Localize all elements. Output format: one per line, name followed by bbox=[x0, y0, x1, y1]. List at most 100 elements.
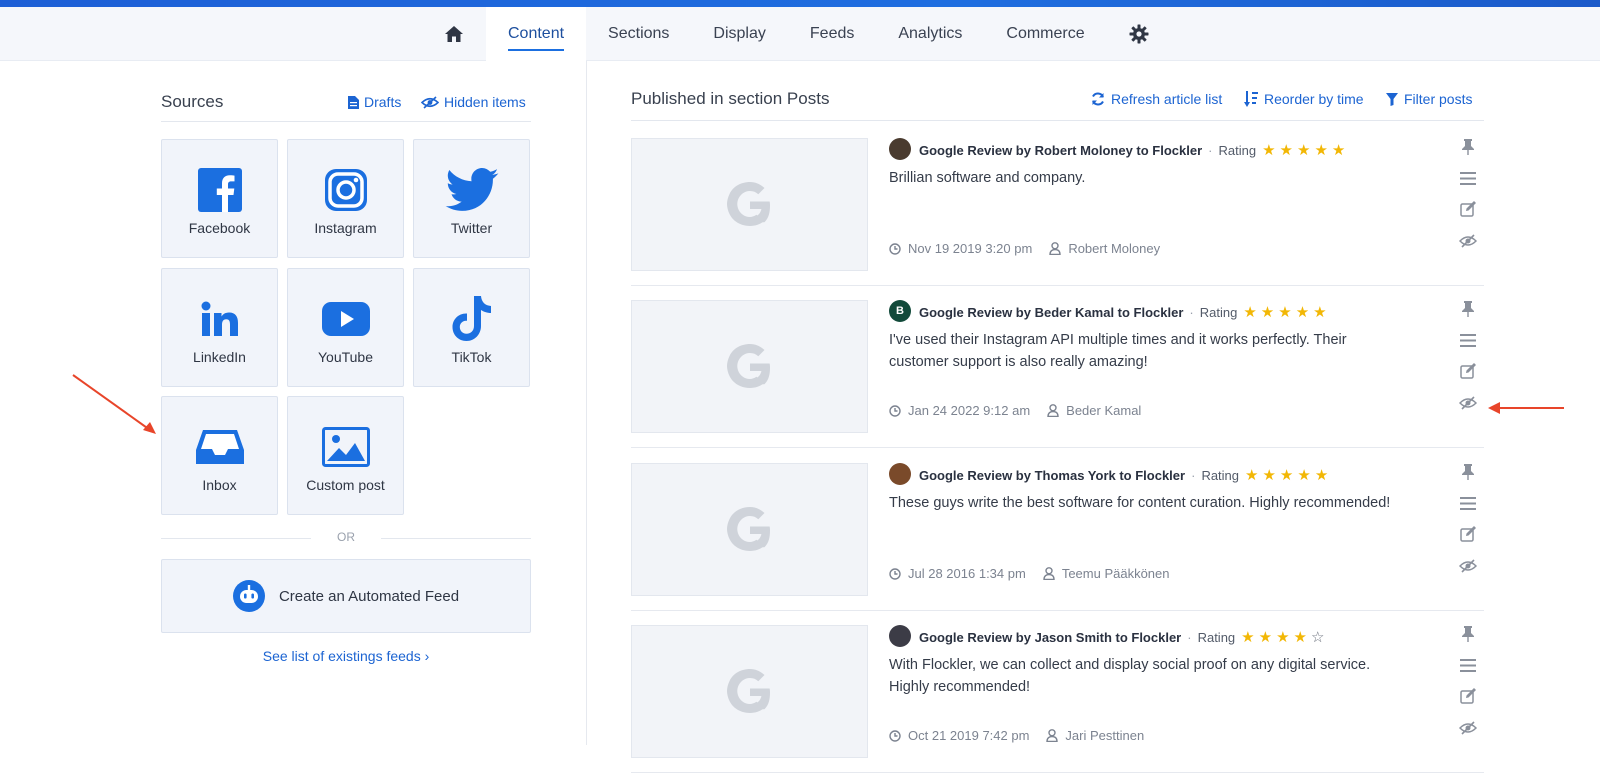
tab-analytics[interactable]: Analytics bbox=[876, 7, 984, 61]
reorder-by-time-button[interactable]: Reorder by time bbox=[1244, 91, 1364, 107]
edit-icon bbox=[1459, 201, 1476, 217]
post-date: Jul 28 2016 1:34 pm bbox=[908, 566, 1026, 581]
avatar: B bbox=[889, 300, 911, 322]
tab-display-label: Display bbox=[713, 25, 766, 42]
automated-feed-label: Create an Automated Feed bbox=[278, 587, 460, 605]
tab-sections[interactable]: Sections bbox=[586, 7, 691, 61]
menu-lines-icon bbox=[1460, 171, 1476, 185]
settings-nav-button[interactable] bbox=[1107, 7, 1171, 61]
rating-label: Rating bbox=[1201, 468, 1240, 483]
filter-posts-button[interactable]: Filter posts bbox=[1386, 91, 1472, 107]
refresh-article-list-button[interactable]: Refresh article list bbox=[1091, 91, 1222, 107]
edit-button[interactable] bbox=[1458, 686, 1478, 706]
home-nav-button[interactable] bbox=[432, 7, 486, 61]
facebook-icon bbox=[197, 168, 242, 212]
edit-button[interactable] bbox=[1458, 361, 1478, 381]
pin-button[interactable] bbox=[1458, 299, 1478, 319]
post-title-row: Google Review by Beder Kamal to Flockler… bbox=[919, 303, 1331, 321]
reorder-handle[interactable] bbox=[1458, 330, 1478, 350]
star-filled-icon: ★ bbox=[1245, 467, 1259, 484]
post-item: Google Review by Robert Moloney to Flock… bbox=[631, 124, 1484, 286]
hidden-items-link[interactable]: Hidden items bbox=[421, 94, 526, 110]
or-label: OR bbox=[337, 530, 355, 544]
hide-button[interactable] bbox=[1458, 231, 1478, 251]
post-text: These guys write the best software for c… bbox=[889, 495, 1391, 511]
hide-button[interactable] bbox=[1458, 718, 1478, 738]
clock-icon bbox=[889, 567, 901, 580]
star-filled-icon: ★ bbox=[1260, 304, 1275, 321]
annotation-arrow-inbox bbox=[72, 374, 156, 434]
tab-display[interactable]: Display bbox=[691, 7, 787, 61]
hidden-items-label: Hidden items bbox=[444, 94, 526, 110]
star-filled-icon: ★ bbox=[1296, 142, 1311, 159]
tab-analytics-label: Analytics bbox=[898, 25, 963, 42]
star-filled-icon: ★ bbox=[1293, 629, 1307, 646]
star-filled-icon: ★ bbox=[1262, 467, 1276, 484]
tab-feeds-label: Feeds bbox=[809, 25, 855, 42]
pin-icon bbox=[1462, 464, 1474, 480]
tab-content[interactable]: Content bbox=[486, 7, 587, 61]
star-filled-icon: ★ bbox=[1278, 304, 1292, 321]
avatar bbox=[889, 138, 911, 160]
document-icon bbox=[348, 95, 359, 109]
eye-slash-icon bbox=[1459, 721, 1477, 735]
avatar bbox=[889, 463, 911, 485]
reorder-handle[interactable] bbox=[1458, 493, 1478, 513]
source-tile-label: Facebook bbox=[188, 220, 251, 236]
robot-icon bbox=[232, 580, 265, 612]
source-tile-label: TikTok bbox=[451, 349, 492, 365]
pin-button[interactable] bbox=[1458, 624, 1478, 644]
reorder-handle[interactable] bbox=[1458, 168, 1478, 188]
source-tile-facebook[interactable]: Facebook bbox=[161, 139, 278, 258]
post-text: I've used their Instagram API multiple t… bbox=[889, 332, 1347, 370]
source-tile-custom-post[interactable]: Custom post bbox=[287, 396, 404, 515]
user-icon bbox=[1047, 404, 1059, 417]
twitter-icon bbox=[445, 168, 498, 211]
filter-icon bbox=[1386, 92, 1398, 106]
source-tile-tiktok[interactable]: TikTok bbox=[413, 268, 530, 387]
post-thumbnail[interactable] bbox=[631, 625, 868, 758]
refresh-label: Refresh article list bbox=[1111, 91, 1223, 107]
post-title: Google Review by Robert Moloney to Flock… bbox=[919, 143, 1203, 158]
drafts-link[interactable]: Drafts bbox=[348, 94, 401, 110]
star-filled-icon: ★ bbox=[1297, 467, 1311, 484]
edit-icon bbox=[1459, 363, 1476, 379]
or-separator: OR bbox=[161, 530, 531, 548]
post-author: Teemu Pääkkönen bbox=[1061, 566, 1170, 581]
reorder-label: Reorder by time bbox=[1264, 91, 1364, 107]
post-title-row: Google Review by Thomas York to Flockler… bbox=[919, 466, 1332, 484]
post-thumbnail[interactable] bbox=[631, 463, 868, 596]
pin-button[interactable] bbox=[1458, 462, 1478, 482]
source-tile-twitter[interactable]: Twitter bbox=[413, 139, 530, 258]
star-filled-icon: ★ bbox=[1243, 304, 1257, 321]
post-thumbnail[interactable] bbox=[631, 300, 868, 433]
edit-button[interactable] bbox=[1458, 199, 1478, 219]
google-g-icon bbox=[726, 343, 770, 388]
reorder-handle[interactable] bbox=[1458, 655, 1478, 675]
menu-lines-icon bbox=[1460, 658, 1476, 672]
source-tile-label: Custom post bbox=[306, 477, 385, 493]
source-tile-instagram[interactable]: Instagram bbox=[287, 139, 404, 258]
rating-label: Rating bbox=[1197, 630, 1236, 645]
rating-label: Rating bbox=[1218, 143, 1257, 158]
post-thumbnail[interactable] bbox=[631, 138, 868, 271]
see-existing-feeds-link[interactable]: See list of existings feeds › bbox=[161, 648, 531, 664]
hide-button[interactable] bbox=[1458, 556, 1478, 576]
source-tile-inbox[interactable]: Inbox bbox=[161, 396, 278, 515]
post-author: Robert Moloney bbox=[1068, 241, 1161, 256]
tab-commerce[interactable]: Commerce bbox=[984, 7, 1106, 61]
tab-feeds[interactable]: Feeds bbox=[788, 7, 876, 61]
menu-lines-icon bbox=[1460, 496, 1476, 510]
post-text: With Flockler, we can collect and displa… bbox=[889, 657, 1371, 695]
edit-button[interactable] bbox=[1458, 524, 1478, 544]
user-icon bbox=[1049, 242, 1062, 255]
sources-divider bbox=[161, 121, 531, 122]
pin-icon bbox=[1462, 626, 1474, 642]
pin-button[interactable] bbox=[1458, 137, 1478, 157]
hide-button[interactable] bbox=[1458, 393, 1478, 413]
star-filled-icon: ★ bbox=[1241, 629, 1255, 646]
eye-slash-icon bbox=[1459, 234, 1477, 248]
source-tile-linkedin[interactable]: LinkedIn bbox=[161, 268, 278, 387]
create-automated-feed-button[interactable]: Create an Automated Feed bbox=[161, 559, 531, 633]
source-tile-youtube[interactable]: YouTube bbox=[287, 268, 404, 387]
